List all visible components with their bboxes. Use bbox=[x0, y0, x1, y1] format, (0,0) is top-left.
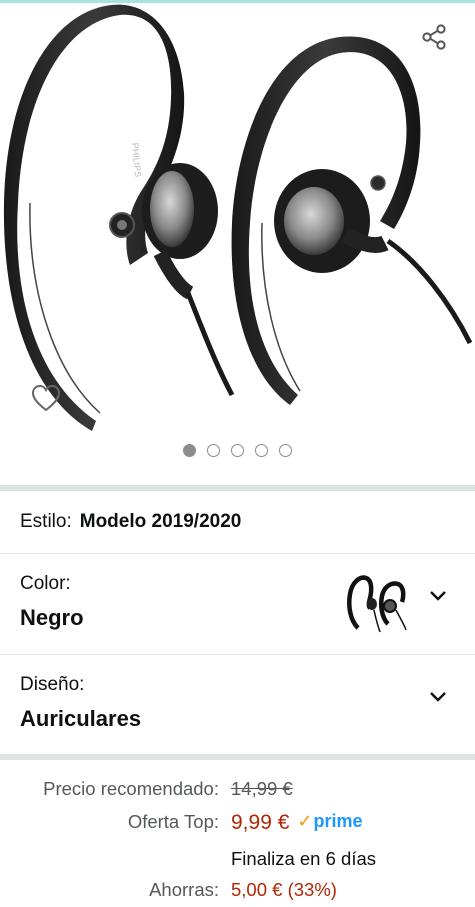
prime-check-icon: ✓ bbox=[297, 811, 313, 831]
share-icon[interactable] bbox=[416, 19, 452, 55]
pagination-dot[interactable] bbox=[231, 444, 244, 457]
heart-icon[interactable] bbox=[26, 378, 66, 418]
deal-price: 9,99 € bbox=[231, 811, 290, 834]
brand-engraving: PHILIPS bbox=[130, 142, 143, 177]
prime-badge: ✓prime bbox=[297, 811, 362, 832]
section-divider bbox=[0, 754, 475, 760]
chevron-down-icon[interactable] bbox=[427, 686, 449, 708]
design-value: Auriculares bbox=[20, 706, 142, 731]
product-image: PHILIPS bbox=[3, 4, 473, 431]
pagination-dot[interactable] bbox=[207, 444, 220, 457]
chevron-down-icon[interactable] bbox=[427, 585, 449, 607]
list-price-label: Precio recomendado: bbox=[43, 778, 219, 799]
design-label: Diseño: bbox=[20, 674, 85, 695]
style-label: Estilo: bbox=[20, 511, 72, 532]
color-selector[interactable]: Color: Negro bbox=[0, 555, 475, 655]
savings-row: Ahorras: 5,00 € (33%) bbox=[0, 879, 475, 907]
color-swatch-thumbnail bbox=[347, 575, 407, 633]
list-price: 14,99 € bbox=[231, 778, 293, 799]
deal-price-row: Oferta Top: 9,99 € ✓prime bbox=[0, 811, 475, 841]
design-selector[interactable]: Diseño: Auriculares bbox=[0, 656, 475, 754]
savings-label: Ahorras: bbox=[149, 879, 219, 900]
deal-ends-text: Finaliza en 6 días bbox=[231, 848, 377, 869]
pricing-block: Precio recomendado: 14,99 € Oferta Top: … bbox=[0, 762, 475, 907]
color-label: Color: bbox=[20, 573, 71, 594]
deal-ends-row: Finaliza en 6 días bbox=[0, 848, 475, 878]
prime-label: prime bbox=[313, 811, 363, 831]
deal-label: Oferta Top: bbox=[127, 811, 219, 832]
pagination-dot[interactable] bbox=[255, 444, 268, 457]
color-value: Negro bbox=[20, 605, 84, 630]
savings-value: 5,00 € (33%) bbox=[231, 879, 337, 900]
style-row: Estilo: Modelo 2019/2020 bbox=[0, 491, 475, 554]
pagination-dot[interactable] bbox=[183, 444, 196, 457]
pagination-dot[interactable] bbox=[279, 444, 292, 457]
product-image-gallery[interactable]: PHILIPS bbox=[0, 3, 475, 485]
style-value: Modelo 2019/2020 bbox=[79, 511, 242, 532]
image-pagination bbox=[0, 444, 475, 457]
list-price-row: Precio recomendado: 14,99 € bbox=[0, 778, 475, 808]
